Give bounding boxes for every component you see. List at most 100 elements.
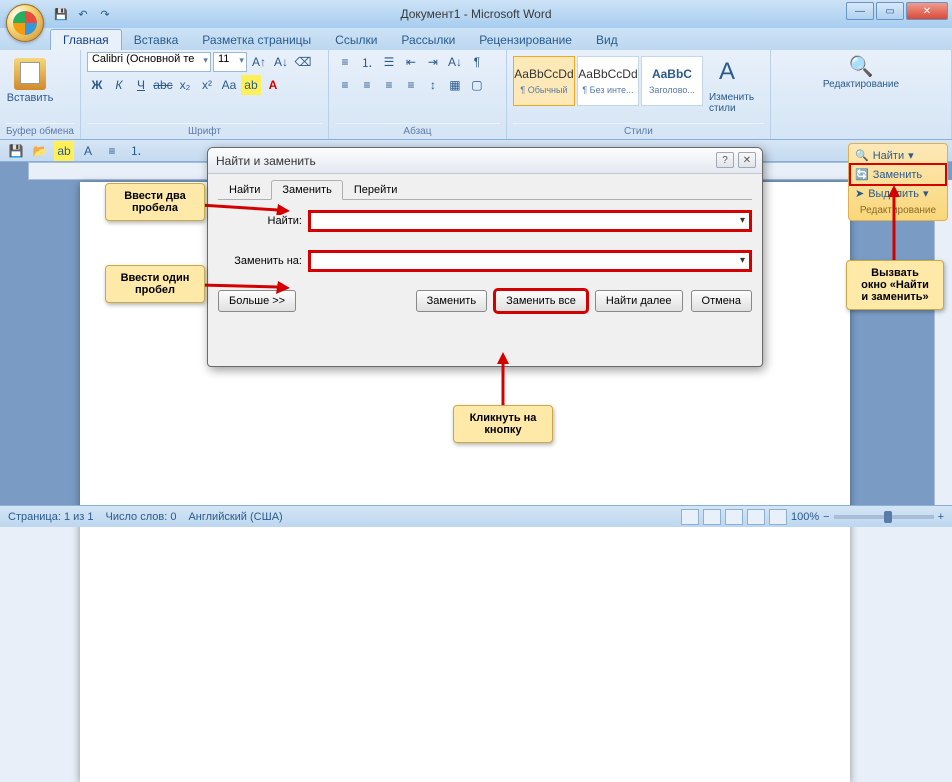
sort-icon[interactable]: A↓ [445, 52, 465, 72]
tab-mailings[interactable]: Рассылки [389, 30, 467, 50]
tab-insert[interactable]: Вставка [122, 30, 191, 50]
zoom-out-icon[interactable]: − [823, 511, 829, 523]
vertical-scrollbar[interactable] [934, 180, 952, 505]
indent-inc-icon[interactable]: ⇥ [423, 52, 443, 72]
italic-icon[interactable]: К [109, 75, 129, 95]
tab-review[interactable]: Рецензирование [467, 30, 584, 50]
find-item[interactable]: 🔍 Найти ▾ [851, 146, 945, 165]
arrow-icon [497, 352, 509, 406]
redo-icon[interactable]: ↷ [96, 5, 114, 23]
tab-home[interactable]: Главная [50, 29, 122, 50]
style-normal[interactable]: AaBbCcDd ¶ Обычный [513, 56, 575, 106]
zoom-slider[interactable] [834, 515, 934, 519]
dialog-help-button[interactable]: ? [716, 152, 734, 168]
close-button[interactable]: ✕ [906, 2, 948, 20]
change-case-icon[interactable]: Aa [219, 75, 239, 95]
callout-two-spaces: Ввести два пробела [105, 183, 205, 221]
paste-button[interactable]: Вставить [6, 56, 54, 106]
save-icon[interactable]: 💾 [52, 5, 70, 23]
change-styles-button[interactable]: A Изменить стили [707, 56, 763, 116]
grow-font-icon[interactable]: A↑ [249, 52, 269, 72]
align-left-icon[interactable]: ≡ [335, 75, 355, 95]
status-page[interactable]: Страница: 1 из 1 [8, 511, 94, 523]
dialog-close-button[interactable]: ✕ [738, 152, 756, 168]
arrow-icon [200, 275, 290, 295]
qat-numbering-icon[interactable]: ⒈ [126, 141, 146, 161]
status-bar: Страница: 1 из 1 Число слов: 0 Английски… [0, 505, 952, 527]
view-outline[interactable] [747, 509, 765, 525]
find-replace-dialog: Найти и заменить ? ✕ Найти Заменить Пере… [207, 147, 763, 367]
change-styles-icon: A [719, 58, 751, 90]
view-draft[interactable] [769, 509, 787, 525]
minimize-button[interactable]: — [846, 2, 874, 20]
style-heading[interactable]: AaBbC Заголово... [641, 56, 703, 106]
replace-all-button[interactable]: Заменить все [495, 290, 587, 312]
find-input[interactable] [308, 210, 752, 232]
paragraph-label: Абзац [335, 123, 500, 139]
font-color-icon[interactable]: A [263, 75, 283, 95]
superscript-icon[interactable]: x² [197, 75, 217, 95]
justify-icon[interactable]: ≡ [401, 75, 421, 95]
font-name-combo[interactable]: Calibri (Основной те [87, 52, 211, 72]
undo-icon[interactable]: ↶ [74, 5, 92, 23]
subscript-icon[interactable]: x₂ [175, 75, 195, 95]
line-spacing-icon[interactable]: ↕ [423, 75, 443, 95]
shading-icon[interactable]: ▦ [445, 75, 465, 95]
titlebar: 💾 ↶ ↷ Документ1 - Microsoft Word — ▭ ✕ [0, 0, 952, 28]
bold-icon[interactable]: Ж [87, 75, 107, 95]
callout-click-button: Кликнуть на кнопку [453, 405, 553, 443]
qat-bullets-icon[interactable]: ≡ [102, 141, 122, 161]
font-size-combo[interactable]: 11 [213, 52, 247, 72]
indent-dec-icon[interactable]: ⇤ [401, 52, 421, 72]
qat-highlight-icon[interactable]: ab [54, 141, 74, 161]
highlight-icon[interactable]: ab [241, 75, 261, 95]
status-words[interactable]: Число слов: 0 [106, 511, 177, 523]
qat-font-color-icon[interactable]: A [78, 141, 98, 161]
align-right-icon[interactable]: ≡ [379, 75, 399, 95]
find-next-button[interactable]: Найти далее [595, 290, 683, 312]
callout-open-dialog: Вызвать окно «Найти и заменить» [846, 260, 944, 310]
replace-input[interactable] [308, 250, 752, 272]
replace-item[interactable]: 🔄 Заменить [851, 165, 945, 184]
bullets-icon[interactable]: ≡ [335, 52, 355, 72]
qat-open-icon[interactable]: 📂 [30, 141, 50, 161]
clear-format-icon[interactable]: ⌫ [293, 52, 313, 72]
cancel-button[interactable]: Отмена [691, 290, 752, 312]
tab-layout[interactable]: Разметка страницы [190, 30, 323, 50]
binoculars-icon: 🔍 [855, 149, 869, 162]
zoom-in-icon[interactable]: + [938, 511, 944, 523]
cursor-icon: ➤ [855, 187, 864, 200]
shrink-font-icon[interactable]: A↓ [271, 52, 291, 72]
editing-button[interactable]: 🔍 Редактирование [777, 52, 945, 92]
status-language[interactable]: Английский (США) [188, 511, 282, 523]
binoculars-icon: 🔍 [849, 54, 874, 79]
office-button[interactable] [6, 4, 44, 42]
borders-icon[interactable]: ▢ [467, 75, 487, 95]
strike-icon[interactable]: abc [153, 75, 173, 95]
show-marks-icon[interactable]: ¶ [467, 52, 487, 72]
underline-icon[interactable]: Ч [131, 75, 151, 95]
qat-save-icon[interactable]: 💾 [6, 141, 26, 161]
view-full-screen[interactable] [703, 509, 721, 525]
maximize-button[interactable]: ▭ [876, 2, 904, 20]
multilevel-icon[interactable]: ☰ [379, 52, 399, 72]
dialog-titlebar[interactable]: Найти и заменить ? ✕ [208, 148, 762, 174]
ribbon-tabs: Главная Вставка Разметка страницы Ссылки… [0, 28, 952, 50]
paste-icon [14, 58, 46, 90]
ribbon: Вставить Буфер обмена Calibri (Основной … [0, 50, 952, 140]
numbering-icon[interactable]: ⒈ [357, 52, 377, 72]
dialog-tab-goto[interactable]: Перейти [343, 180, 409, 200]
style-gallery[interactable]: AaBbCcDd ¶ Обычный AaBbCcDd ¶ Без инте..… [513, 56, 703, 106]
replace-button[interactable]: Заменить [416, 290, 487, 312]
style-nospacing[interactable]: AaBbCcDd ¶ Без инте... [577, 56, 639, 106]
dialog-title: Найти и заменить [216, 154, 316, 168]
view-print-layout[interactable] [681, 509, 699, 525]
align-center-icon[interactable]: ≡ [357, 75, 377, 95]
group-styles: AaBbCcDd ¶ Обычный AaBbCcDd ¶ Без инте..… [507, 50, 771, 139]
group-paragraph: ≡ ⒈ ☰ ⇤ ⇥ A↓ ¶ ≡ ≡ ≡ ≡ ↕ ▦ ▢ Абзац [329, 50, 507, 139]
tab-view[interactable]: Вид [584, 30, 630, 50]
view-web[interactable] [725, 509, 743, 525]
group-font: Calibri (Основной те 11 A↑ A↓ ⌫ Ж К Ч ab… [81, 50, 329, 139]
tab-references[interactable]: Ссылки [323, 30, 389, 50]
zoom-level[interactable]: 100% [791, 511, 819, 523]
